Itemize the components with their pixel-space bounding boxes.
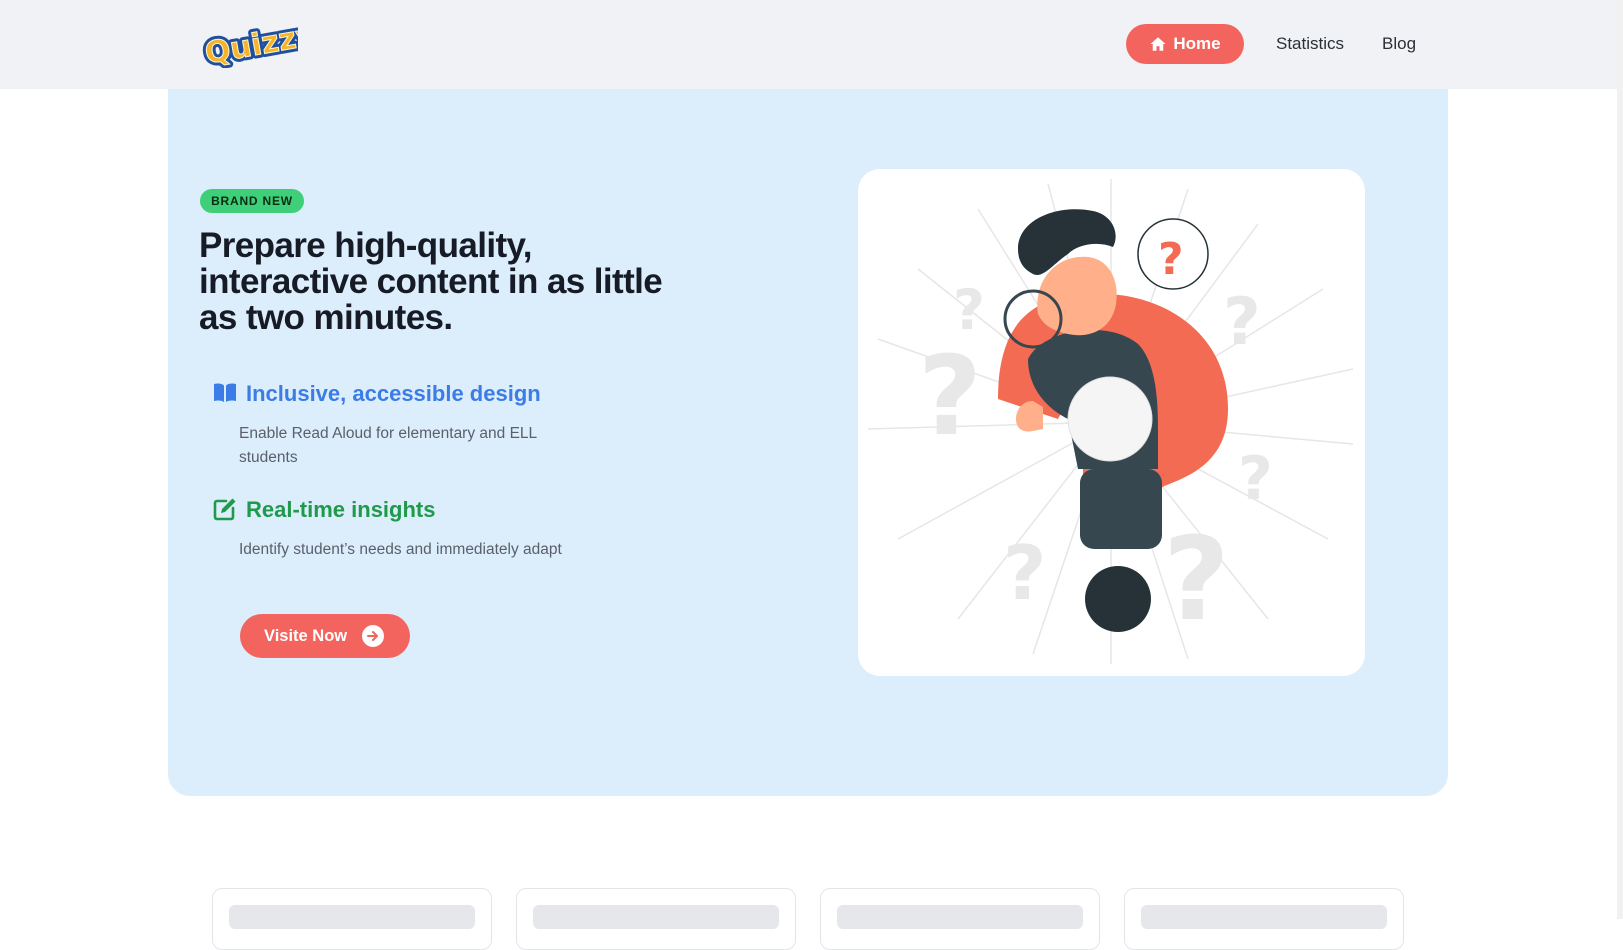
quizzy-logo[interactable]: Quizzy Quizzy (200, 18, 298, 68)
nav-home-label: Home (1173, 34, 1221, 53)
feature-card[interactable] (820, 888, 1100, 950)
book-open-icon (214, 383, 236, 402)
svg-text:Quizzy: Quizzy (202, 18, 298, 68)
card-skeleton (837, 905, 1083, 929)
question-illustration: ? ? ? ? ? ? ? (867, 179, 1354, 664)
feature-desc-insights: Identify student’s needs and immediately… (239, 541, 562, 558)
hero-illustration-card: ? ? ? ? ? ? ? (858, 169, 1365, 676)
svg-text:?: ? (1223, 285, 1261, 360)
visit-now-button[interactable]: Visite Now (240, 614, 410, 658)
card-skeleton (533, 905, 779, 929)
feature-card[interactable] (212, 888, 492, 950)
svg-text:?: ? (1163, 513, 1230, 647)
feature-card[interactable] (1124, 888, 1404, 950)
feature-title-accessible: Inclusive, accessible design (246, 381, 541, 406)
brand-new-badge: BRAND NEW (200, 189, 304, 213)
home-icon (1150, 37, 1166, 51)
card-skeleton (229, 905, 475, 929)
svg-text:?: ? (953, 278, 985, 342)
svg-text:?: ? (1238, 444, 1273, 514)
arrow-right-circle-icon (362, 625, 384, 647)
nav-blog-link[interactable]: Blog (1382, 24, 1416, 64)
nav-statistics-link[interactable]: Statistics (1276, 24, 1344, 64)
edit-icon (213, 498, 236, 521)
feature-title-insights: Real-time insights (246, 497, 436, 522)
card-skeleton (1141, 905, 1387, 929)
page-scrollbar[interactable] (1617, 0, 1623, 919)
svg-text:?: ? (918, 332, 982, 460)
visit-now-label: Visite Now (264, 626, 348, 645)
svg-text:?: ? (1003, 529, 1047, 617)
nav-home-button[interactable]: Home (1126, 24, 1244, 64)
navbar: Quizzy Quizzy Home Statistics Blog (0, 0, 1623, 89)
feature-desc-accessible: Enable Read Aloud for elementary and ELL… (239, 425, 537, 466)
hero-headline: Prepare high-quality, interactive conten… (199, 226, 663, 337)
svg-text:?: ? (1158, 234, 1184, 285)
feature-card[interactable] (516, 888, 796, 950)
